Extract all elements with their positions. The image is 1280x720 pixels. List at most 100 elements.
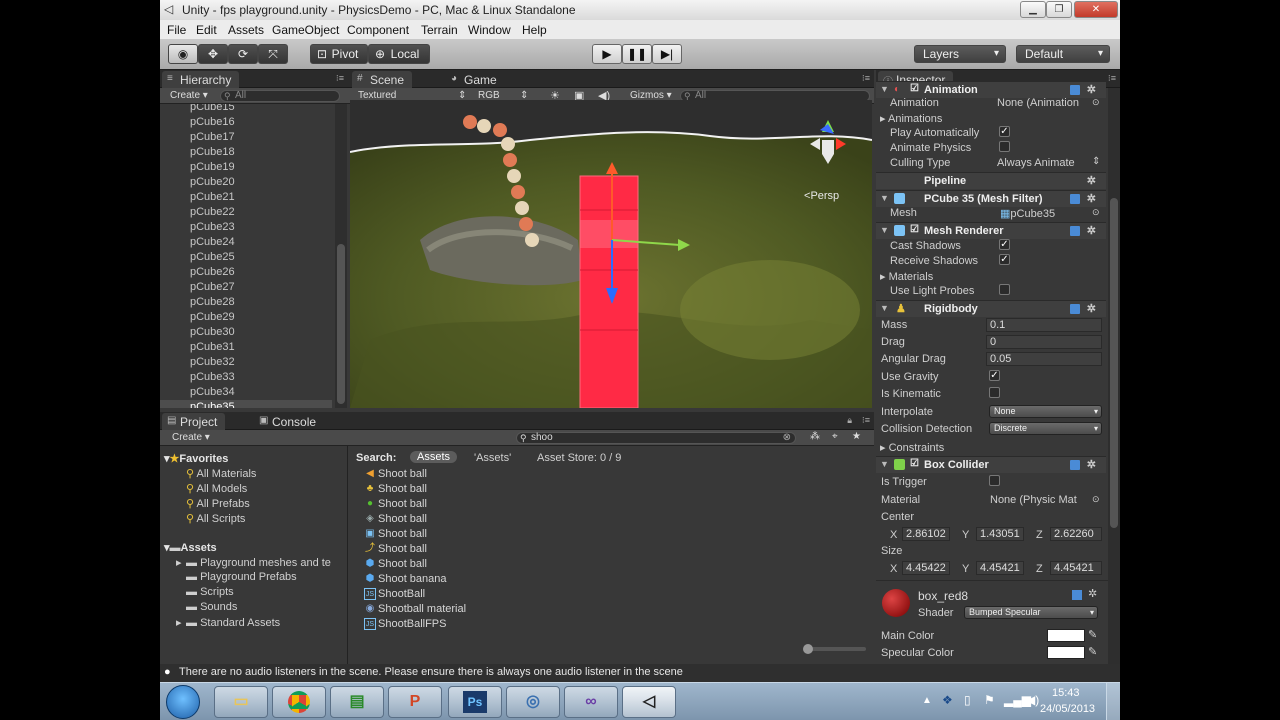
tab-scene[interactable]: # Scene <box>352 71 413 88</box>
project-create-button[interactable]: Create ▾ <box>172 432 210 443</box>
help-book-icon[interactable] <box>1070 304 1080 314</box>
assets-header[interactable]: ▾▬Assets <box>164 541 217 554</box>
mesh-field[interactable]: ▦pCube35 <box>1000 207 1055 220</box>
icon-size-slider[interactable] <box>803 644 866 654</box>
menu-help[interactable]: Help <box>522 23 547 37</box>
taskbar-utility-icon[interactable]: ◎ <box>506 686 560 718</box>
project-search-input[interactable]: ⚲ shoo ⊗ <box>516 432 796 444</box>
help-book-icon[interactable] <box>1070 226 1080 236</box>
hierarchy-item[interactable]: pCube30 <box>190 326 235 338</box>
rotate-tool-button[interactable]: ⟳ <box>228 44 258 64</box>
animate-physics-checkbox[interactable] <box>999 141 1010 152</box>
hierarchy-item[interactable]: pCube18 <box>190 146 235 158</box>
clock-date[interactable]: 24/05/2013 <box>1040 703 1095 715</box>
gear-icon[interactable]: ✲ <box>1088 587 1097 600</box>
tab-game[interactable]: ◕ Game <box>446 71 505 88</box>
eyedropper-icon[interactable]: ✎ <box>1088 628 1097 641</box>
taskbar-unity-icon[interactable]: ◁ <box>622 686 676 718</box>
menu-component[interactable]: Component <box>347 23 409 37</box>
hierarchy-search-input[interactable]: ⚲ All <box>220 90 340 102</box>
asset-result-item[interactable]: ▣ Shoot ball <box>365 528 427 540</box>
asset-result-item[interactable]: ◉ Shootball material <box>366 603 466 615</box>
hierarchy-item[interactable]: pCube28 <box>190 296 235 308</box>
gear-icon[interactable]: ✲ <box>1087 224 1096 237</box>
pause-button[interactable]: ❚❚ <box>622 44 652 64</box>
main-color-swatch[interactable] <box>1047 629 1085 642</box>
gear-icon[interactable]: ✲ <box>1087 83 1096 96</box>
pivot-toggle[interactable]: ⊡ Pivot <box>310 44 368 64</box>
help-book-icon[interactable] <box>1070 194 1080 204</box>
is-kinematic-checkbox[interactable] <box>989 387 1000 398</box>
culling-type-dropdown[interactable]: Always Animate <box>997 157 1075 169</box>
center-y-field[interactable]: 1.43051 <box>976 527 1024 541</box>
hierarchy-scroll-thumb[interactable] <box>337 244 345 404</box>
taskbar-powerpoint-icon[interactable]: P <box>388 686 442 718</box>
menu-assets[interactable]: Assets <box>228 23 264 37</box>
tab-hierarchy[interactable]: ≡ Hierarchy <box>162 71 240 88</box>
maximize-button[interactable]: ❐ <box>1046 1 1072 18</box>
layout-dropdown[interactable]: Default <box>1016 45 1110 63</box>
hierarchy-create-button[interactable]: Create ▾ <box>170 90 208 101</box>
asset-result-item[interactable]: JS ShootBall <box>364 588 425 600</box>
favorite-item[interactable]: ⚲ All Scripts <box>186 512 245 525</box>
project-folder-item[interactable]: ▸ ▬ Playground meshes and te <box>176 556 331 569</box>
tray-device-icon[interactable]: ▯ <box>964 693 971 707</box>
animation-field-value[interactable]: None (Animation <box>997 97 1079 109</box>
hierarchy-item[interactable]: pCube33 <box>190 371 235 383</box>
layers-dropdown[interactable]: Layers <box>914 45 1006 63</box>
gear-icon[interactable]: ✲ <box>1087 192 1096 205</box>
persp-label[interactable]: <Persp <box>804 190 839 202</box>
asset-result-item[interactable]: ● Shoot ball <box>367 498 427 510</box>
play-automatically-checkbox[interactable]: ✓ <box>999 126 1010 137</box>
cast-shadows-checkbox[interactable]: ✓ <box>999 239 1010 250</box>
asset-result-item[interactable]: ⬢ Shoot ball <box>366 558 427 570</box>
tab-project[interactable]: ▤ Project <box>162 413 226 430</box>
taskbar-photoshop-icon[interactable]: Ps <box>448 686 502 718</box>
asset-store-results[interactable]: Asset Store: 0 / 9 <box>537 452 621 464</box>
animation-component-header[interactable]: ▼ ◐ ☑ Animation ✲ <box>876 81 1106 98</box>
eyedropper-icon[interactable]: ✎ <box>1088 645 1097 658</box>
materials-foldout[interactable]: ▸ Materials <box>880 270 933 283</box>
hierarchy-item[interactable]: pCube26 <box>190 266 235 278</box>
hierarchy-item[interactable]: pCube17 <box>190 131 235 143</box>
object-picker-icon[interactable]: ⊙ <box>1092 494 1100 505</box>
hierarchy-item[interactable]: pCube32 <box>190 356 235 368</box>
menu-terrain[interactable]: Terrain <box>421 23 458 37</box>
use-gravity-checkbox[interactable]: ✓ <box>989 370 1000 381</box>
favorite-item[interactable]: ⚲ All Prefabs <box>186 497 250 510</box>
tray-flag-icon[interactable]: ⚑ <box>984 693 995 707</box>
hierarchy-item[interactable]: pCube19 <box>190 161 235 173</box>
inspector-scrollbar[interactable] <box>1108 88 1120 664</box>
project-folder-item[interactable]: ▬ Scripts <box>176 586 234 598</box>
close-button[interactable]: ✕ <box>1074 1 1118 18</box>
asset-result-item[interactable]: ◈ Shoot ball <box>366 513 427 525</box>
play-button[interactable]: ▶ <box>592 44 622 64</box>
rigidbody-component-header[interactable]: ▼ ♟ Rigidbody ✲ <box>876 300 1106 317</box>
favorite-star-icon[interactable]: ★ <box>852 431 861 442</box>
help-book-icon[interactable] <box>1072 590 1082 600</box>
angular-drag-field[interactable]: 0.05 <box>986 352 1102 366</box>
use-light-probes-checkbox[interactable] <box>999 284 1010 295</box>
is-trigger-checkbox[interactable] <box>989 475 1000 486</box>
hierarchy-item[interactable]: pCube35 <box>190 401 235 408</box>
interpolate-dropdown[interactable]: None <box>989 405 1102 418</box>
panel-menu-icon[interactable]: ⁝≡ <box>336 73 344 84</box>
local-toggle[interactable]: ⊕ Local <box>368 44 430 64</box>
help-book-icon[interactable] <box>1070 460 1080 470</box>
favorite-item[interactable]: ⚲ All Materials <box>186 467 256 480</box>
show-desktop-button[interactable] <box>1106 683 1120 720</box>
filter-by-type-icon[interactable]: ⁂ <box>810 431 820 442</box>
tray-dropbox-icon[interactable]: ❖ <box>942 693 953 707</box>
shader-dropdown[interactable]: Bumped Specular <box>964 606 1098 619</box>
search-scope-folder[interactable]: 'Assets' <box>474 452 511 464</box>
hierarchy-item[interactable]: pCube21 <box>190 191 235 203</box>
taskbar-explorer-icon[interactable]: ▭ <box>214 686 268 718</box>
taskbar-chrome-icon[interactable] <box>272 686 326 718</box>
asset-result-item[interactable]: JS ShootBallFPS <box>364 618 446 630</box>
scale-tool-button[interactable]: ⤧ <box>258 44 288 64</box>
animations-foldout[interactable]: ▸ Animations <box>880 112 942 125</box>
status-message[interactable]: There are no audio listeners in the scen… <box>179 666 683 678</box>
gear-icon[interactable]: ✲ <box>1087 174 1096 187</box>
asset-result-item[interactable]: ♣ Shoot ball <box>367 483 427 495</box>
clock-time[interactable]: 15:43 <box>1052 687 1080 699</box>
